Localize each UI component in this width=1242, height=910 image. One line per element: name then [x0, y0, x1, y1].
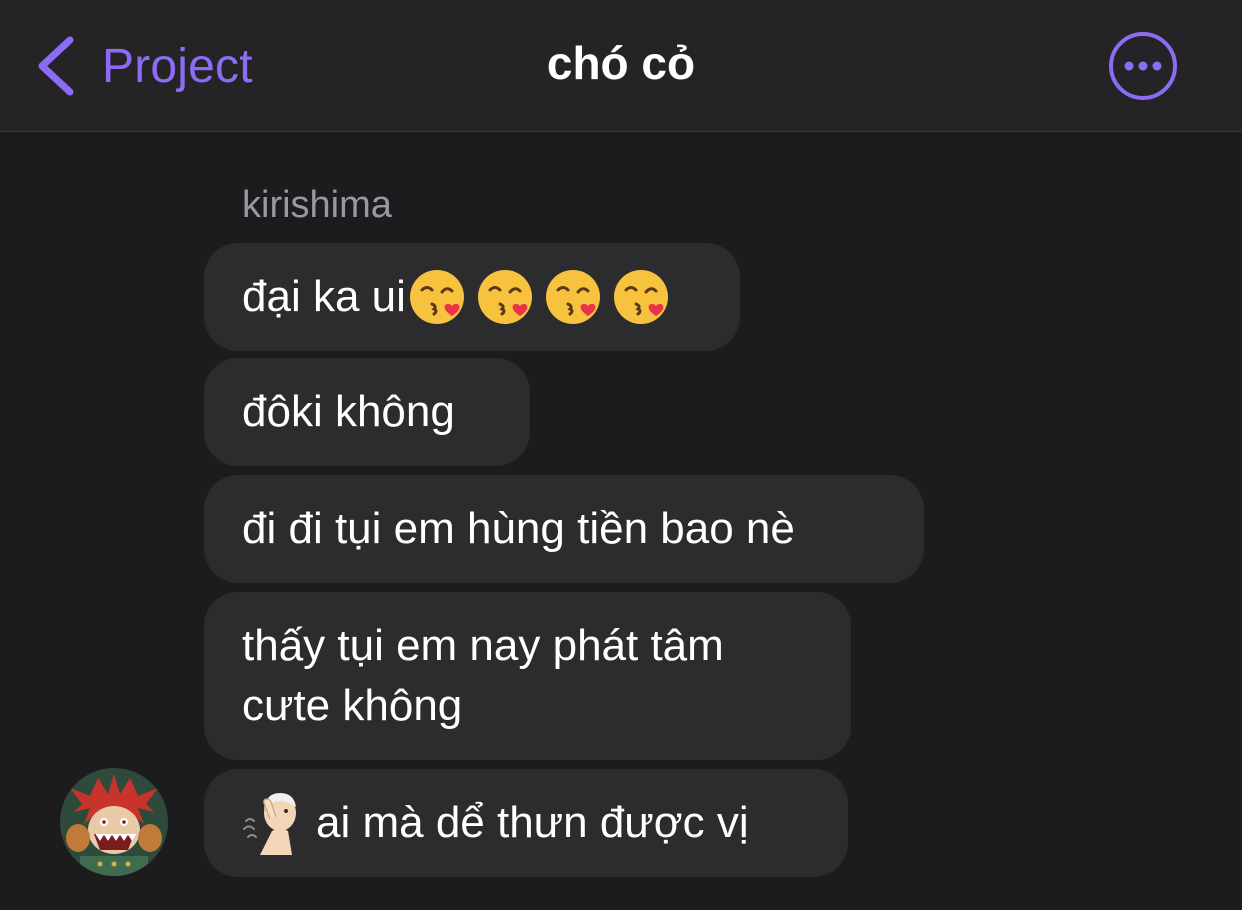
more-options-button[interactable]: [1108, 31, 1178, 101]
deaf-person-gesture-icon: [243, 793, 296, 855]
message-text: ai mà dể thưn được vị: [316, 798, 749, 847]
face-blowing-kiss-icon: [477, 270, 532, 324]
conversation-title: chó cỏ: [546, 37, 696, 89]
message-bubble[interactable]: ai mà dể thưn được vị: [204, 769, 848, 877]
emoji-group: [408, 268, 670, 326]
message-text: đi đi tụi em hùng tiền bao nè: [242, 504, 795, 553]
nav-header: Project chó cỏ: [0, 0, 1242, 132]
message-text: đôki không: [242, 387, 455, 436]
face-blowing-kiss-icon: [409, 270, 464, 324]
face-blowing-kiss-icon: [613, 270, 668, 324]
sender-name: kirishima: [242, 184, 392, 226]
message-text: thấy tụi em nay phát tâm cưte không: [242, 621, 724, 730]
message-text: đại ka ui: [242, 272, 406, 321]
message-bubble[interactable]: đi đi tụi em hùng tiền bao nè: [204, 475, 924, 583]
user-avatar[interactable]: [60, 768, 168, 876]
avatar-image: [60, 768, 168, 876]
face-blowing-kiss-icon: [545, 270, 600, 324]
message-bubble[interactable]: đại ka ui: [204, 243, 740, 351]
message-bubble[interactable]: đôki không: [204, 358, 530, 466]
more-options-icon: [1109, 32, 1177, 100]
message-bubble[interactable]: thấy tụi em nay phát tâm cưte không: [204, 592, 851, 760]
